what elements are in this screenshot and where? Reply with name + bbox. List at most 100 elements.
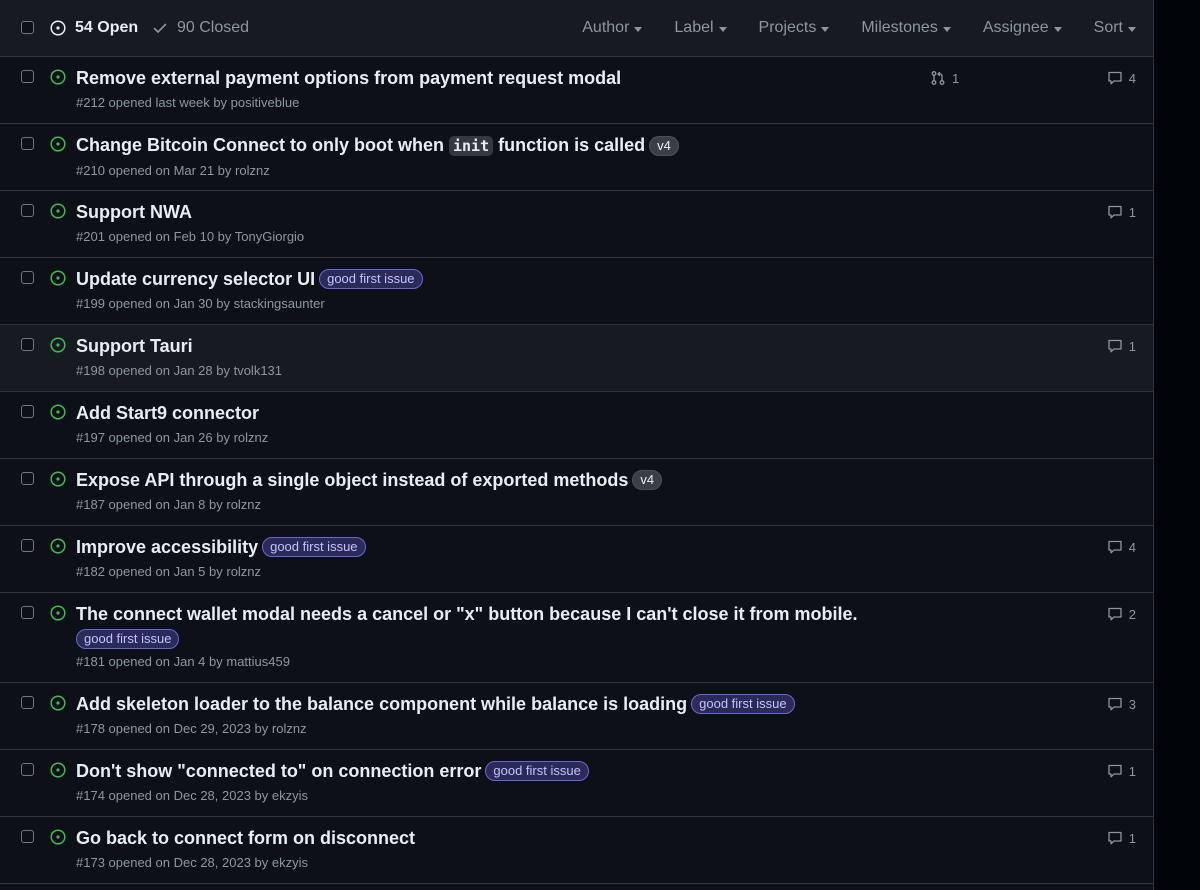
issue-author-link[interactable]: rolznz (234, 430, 269, 445)
issue-meta: #212 opened last week by positiveblue (76, 94, 823, 111)
issue-author-link[interactable]: TonyGiorgio (235, 229, 304, 244)
milestones-filter-label: Milestones (861, 19, 938, 36)
comment-count: 1 (1128, 338, 1136, 354)
issue-meta-text: #210 opened on Mar 21 by (76, 163, 236, 178)
comments-link[interactable]: 1 (1107, 204, 1136, 220)
label-good-first-issue[interactable]: good first issue (76, 629, 180, 649)
issue-checkbox[interactable] (21, 472, 34, 485)
comment-icon (1108, 71, 1122, 85)
comment-icon (1108, 831, 1122, 845)
issue-meta: #178 opened on Dec 29, 2023 by rolznz (76, 720, 823, 737)
open-issues-tab[interactable]: 54 Open (50, 18, 138, 38)
issue-title-link[interactable]: Add Start9 connector (76, 402, 259, 424)
issue-meta: #199 opened on Jan 30 by stackingsaunter (76, 295, 823, 312)
issue-title-link[interactable]: Change Bitcoin Connect to only boot when… (76, 134, 645, 157)
issue-checkbox[interactable] (21, 830, 34, 843)
issue-author-link[interactable]: tvolk131 (234, 363, 282, 378)
issue-author-link[interactable]: ekzyis (272, 788, 308, 803)
label-good-first-issue[interactable]: good first issue (485, 761, 589, 781)
comments-link[interactable]: 1 (1107, 830, 1136, 846)
issue-row: Support Tauri #198 opened on Jan 28 by t… (0, 325, 1153, 392)
comments-link[interactable]: 4 (1107, 70, 1136, 86)
issue-checkbox[interactable] (21, 70, 34, 83)
label-v4[interactable]: v4 (632, 470, 663, 490)
author-filter-label: Author (582, 19, 630, 36)
issue-author-link[interactable]: stackingsaunter (234, 296, 325, 311)
projects-filter-label: Projects (758, 19, 817, 36)
issue-title-link[interactable]: Support NWA (76, 201, 192, 223)
comments-link[interactable]: 3 (1107, 696, 1136, 712)
closed-issues-tab[interactable]: 90 Closed (152, 18, 249, 38)
issue-title-link[interactable]: Improve accessibility (76, 536, 258, 558)
issue-meta: #198 opened on Jan 28 by tvolk131 (76, 362, 823, 379)
issue-meta-text: #181 opened on Jan 4 by (76, 654, 227, 669)
inline-code: init (448, 136, 494, 156)
issues-panel: 54 Open 90 Closed Author Label Projects … (0, 0, 1154, 890)
label-good-first-issue[interactable]: good first issue (262, 537, 366, 557)
caret-down-icon (942, 26, 951, 32)
issue-author-link[interactable]: ekzyis (272, 855, 308, 870)
issue-opened-icon (50, 762, 66, 778)
comment-count: 1 (1128, 830, 1136, 846)
issue-opened-icon (50, 605, 66, 621)
comments-link[interactable]: 1 (1107, 763, 1136, 779)
milestones-filter[interactable]: Milestones (861, 18, 951, 38)
issue-title-link[interactable]: Add skeleton loader to the balance compo… (76, 693, 687, 715)
issue-author-link[interactable]: rolznz (272, 721, 307, 736)
label-good-first-issue[interactable]: good first issue (691, 694, 795, 714)
issue-meta-text: #212 opened last week by (76, 95, 231, 110)
issue-title-link[interactable]: Remove external payment options from pay… (76, 67, 621, 89)
comments-link[interactable]: 4 (1107, 539, 1136, 555)
comments-link[interactable]: 1 (1107, 338, 1136, 354)
label-good-first-issue[interactable]: good first issue (319, 269, 423, 289)
label-filter-label: Label (674, 19, 714, 36)
issue-author-link[interactable]: mattius459 (226, 654, 290, 669)
comment-icon (1108, 764, 1122, 778)
sort-filter[interactable]: Sort (1094, 18, 1136, 38)
issue-opened-icon (50, 20, 66, 36)
issue-checkbox[interactable] (21, 137, 34, 150)
assignee-filter[interactable]: Assignee (983, 18, 1062, 38)
comments-link[interactable]: 2 (1107, 606, 1136, 622)
issue-meta: #173 opened on Dec 28, 2023 by ekzyis (76, 854, 823, 871)
issue-checkbox[interactable] (21, 271, 34, 284)
issue-checkbox[interactable] (21, 405, 34, 418)
issue-meta: #182 opened on Jan 5 by rolznz (76, 563, 823, 580)
issue-title-link[interactable]: Go back to connect form on disconnect (76, 827, 415, 849)
issue-title-link[interactable]: The connect wallet modal needs a cancel … (76, 603, 858, 625)
comment-icon (1108, 607, 1122, 621)
issue-checkbox[interactable] (21, 338, 34, 351)
issue-meta: #197 opened on Jan 26 by rolznz (76, 429, 823, 446)
issue-meta: #187 opened on Jan 8 by rolznz (76, 496, 823, 513)
issue-checkbox[interactable] (21, 204, 34, 217)
issue-meta-text: #201 opened on Feb 10 by (76, 229, 235, 244)
issue-title-link[interactable]: Update currency selector UI (76, 268, 315, 290)
issue-title-link[interactable]: Don't show "connected to" on connection … (76, 760, 481, 782)
caret-down-icon (821, 26, 830, 32)
issue-author-link[interactable]: rolznz (226, 497, 261, 512)
issue-opened-icon (50, 203, 66, 219)
issue-meta-text: #199 opened on Jan 30 by (76, 296, 234, 311)
projects-filter[interactable]: Projects (759, 18, 830, 38)
issue-checkbox[interactable] (21, 763, 34, 776)
issue-row: The connect wallet modal needs a cancel … (0, 593, 1153, 683)
label-v4[interactable]: v4 (649, 135, 679, 156)
linked-pr-link[interactable]: 1 (930, 70, 959, 86)
issue-title-link[interactable]: Support Tauri (76, 335, 193, 357)
issue-checkbox[interactable] (21, 696, 34, 709)
comment-icon (1108, 339, 1122, 353)
issue-opened-icon (50, 136, 66, 152)
issue-author-link[interactable]: positiveblue (231, 95, 300, 110)
issue-checkbox[interactable] (21, 539, 34, 552)
comment-icon (1108, 205, 1122, 219)
issue-meta-text: #173 opened on Dec 28, 2023 by (76, 855, 272, 870)
issue-author-link[interactable]: rolznz (226, 564, 261, 579)
label-filter[interactable]: Label (674, 18, 727, 38)
issue-checkbox[interactable] (21, 606, 34, 619)
issue-author-link[interactable]: rolznz (235, 163, 270, 178)
author-filter[interactable]: Author (582, 18, 643, 38)
select-all-checkbox[interactable] (21, 21, 34, 34)
issue-opened-icon (50, 471, 66, 487)
issue-title-link[interactable]: Expose API through a single object inste… (76, 469, 628, 491)
issue-row: Expose API through a single object inste… (0, 459, 1153, 526)
